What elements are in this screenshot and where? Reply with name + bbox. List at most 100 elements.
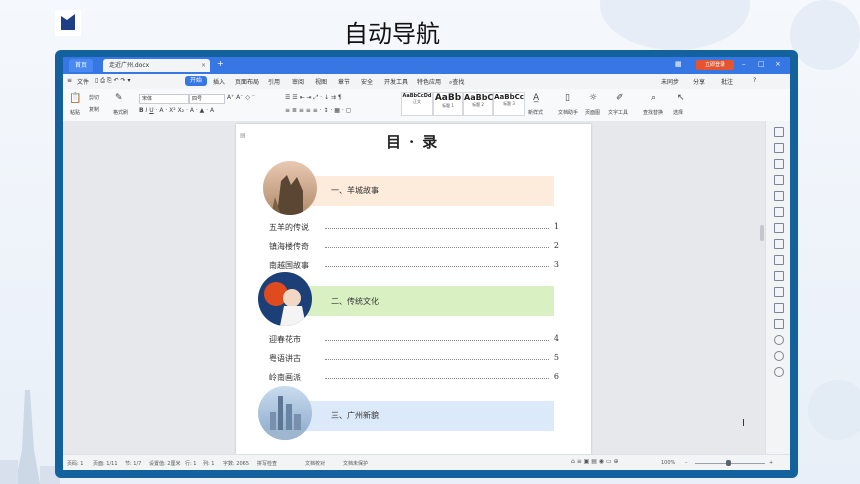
window-close-icon[interactable]: ×	[775, 60, 781, 68]
translate-icon[interactable]	[774, 255, 784, 265]
maximize-icon[interactable]: □	[758, 60, 765, 68]
tab-home[interactable]: 首页	[69, 59, 94, 72]
search-label: 查找	[452, 79, 465, 86]
menu-page-layout[interactable]: 页面布局	[235, 77, 259, 86]
light-icon[interactable]: ☼	[589, 93, 597, 103]
doc-assistant-icon[interactable]: ▯	[565, 93, 570, 103]
chart-icon[interactable]	[774, 223, 784, 233]
globe-icon[interactable]	[774, 335, 784, 345]
toc-entry[interactable]: 五羊的传说 1	[269, 222, 559, 233]
menu-review[interactable]: 审阅	[292, 77, 304, 86]
text-tools-button[interactable]: 文字工具	[608, 109, 628, 116]
menu-start[interactable]: 开始	[185, 76, 208, 86]
toc-entry[interactable]: 粤语讲古 5	[269, 353, 559, 364]
font-size-select[interactable]: 四号	[189, 94, 225, 104]
select-button[interactable]: 选择	[673, 109, 683, 116]
link-icon[interactable]	[774, 287, 784, 297]
font-size-controls[interactable]: A⁺ A⁻ ◇ ⁻	[227, 94, 255, 101]
brush-icon[interactable]	[774, 239, 784, 249]
menu-file[interactable]: 文件	[77, 77, 89, 86]
help-circle-icon[interactable]	[774, 367, 784, 377]
text-format-buttons[interactable]: B I U · A · X² X₂ · A · ▲ · A	[139, 107, 214, 114]
toc-entry[interactable]: 岭南画派 6	[269, 372, 559, 383]
toc-entry-text: 南越国故事	[269, 261, 309, 270]
help-icon[interactable]: ?	[753, 77, 756, 84]
style-heading-3[interactable]: AaBbCc 标题 3	[493, 92, 525, 116]
hamburger-icon[interactable]: ≡	[67, 77, 72, 84]
style-normal[interactable]: AaBbCcDd 正文	[401, 92, 433, 116]
status-pages[interactable]: 页面: 1/11	[93, 460, 118, 467]
history-icon[interactable]	[774, 351, 784, 361]
find-replace-button[interactable]: 查找替换	[643, 109, 663, 116]
font-name-select[interactable]: 宋体	[139, 94, 189, 104]
right-tool-strip	[765, 121, 790, 454]
sync-status[interactable]: 未同步	[661, 77, 679, 86]
grid-icon[interactable]: ▦	[675, 60, 682, 68]
document-page[interactable]: ▤ 目·录 一、羊城故事 五羊的传说 1 镇海楼传奇 2 南越国故事 3 二、传统文化…	[236, 124, 591, 454]
menu-search[interactable]: ⌕查找	[449, 77, 464, 87]
wps-writer-window: 首页 走近广州.docx × + ▦ 立即登录 – □ × ≡ 文件 ▯ ⎙ ⎘…	[63, 57, 790, 470]
toc-entry[interactable]: 迎春花市 4	[269, 334, 559, 345]
text-tools-icon[interactable]: ✐	[616, 93, 624, 103]
comment-button[interactable]: 批注	[721, 77, 733, 86]
style-heading-1[interactable]: AaBb 标题 1	[433, 92, 463, 116]
doc-assistant-button[interactable]: 文档助手	[558, 109, 578, 116]
zoom-out-icon[interactable]: –	[685, 460, 688, 466]
cut-button[interactable]: 剪切	[89, 94, 99, 101]
paste-icon[interactable]: 📋	[69, 93, 81, 104]
view-mode-icons[interactable]: ⌂ ≡ ▣ ▤ ◉ ▭ ⊕	[571, 458, 619, 465]
frame-icon[interactable]	[774, 303, 784, 313]
new-style-icon[interactable]: A̲	[533, 93, 539, 103]
pen-icon[interactable]	[774, 143, 784, 153]
table-icon[interactable]	[774, 191, 784, 201]
export-icon[interactable]	[774, 271, 784, 281]
collapse-icon[interactable]	[774, 127, 784, 137]
menu-security[interactable]: 安全	[361, 77, 373, 86]
align-buttons[interactable]: ≡ ≣ ≡ ≡ ≡ · ↕ · ▦ · ▢	[285, 107, 351, 114]
close-icon[interactable]: ×	[201, 59, 206, 72]
document-icon[interactable]	[774, 175, 784, 185]
login-button[interactable]: 立即登录	[696, 60, 734, 70]
paste-button[interactable]: 粘贴	[70, 109, 80, 116]
select-icon[interactable]: ↖	[677, 93, 685, 103]
page-view-button[interactable]: 页面图	[585, 109, 600, 116]
menu-developer[interactable]: 开发工具	[384, 77, 408, 86]
nav-marker-icon: ▤	[240, 132, 246, 139]
layout-icon[interactable]	[774, 207, 784, 217]
cursor-icon[interactable]	[774, 159, 784, 169]
status-row[interactable]: 行: 1	[185, 460, 196, 467]
format-painter-button[interactable]: 格式刷	[113, 109, 128, 116]
menu-chapter[interactable]: 章节	[338, 77, 350, 86]
zoom-level[interactable]: 100%	[661, 460, 675, 466]
menu-insert[interactable]: 插入	[213, 77, 225, 86]
share-button[interactable]: 分享	[693, 77, 705, 86]
new-tab-icon[interactable]: +	[217, 59, 224, 68]
vertical-scrollbar[interactable]	[760, 225, 764, 241]
status-spell-check[interactable]: 拼写检查	[257, 460, 277, 467]
zoom-slider-thumb[interactable]	[726, 460, 731, 466]
status-settings[interactable]: 设置值: 2厘米	[149, 460, 180, 467]
status-words[interactable]: 字数: 2065	[223, 460, 249, 467]
zoom-in-icon[interactable]: +	[769, 460, 773, 466]
status-col[interactable]: 列: 1	[203, 460, 214, 467]
status-doc-check[interactable]: 文档校对	[305, 460, 325, 467]
new-style-button[interactable]: 新样式	[528, 109, 543, 116]
image-icon[interactable]	[774, 319, 784, 329]
status-section[interactable]: 节: 1/7	[125, 460, 141, 467]
format-painter-icon[interactable]: ✎	[115, 93, 123, 103]
toc-entry-page: 6	[553, 372, 559, 381]
status-page-num[interactable]: 页码: 1	[67, 460, 83, 467]
menu-view[interactable]: 视图	[315, 77, 327, 86]
style-heading-2[interactable]: AaBbC 标题 2	[463, 92, 493, 116]
quick-access-icons[interactable]: ▯ ⎙ ⎘ ↶ ↷ ▾	[95, 77, 131, 85]
toc-entry[interactable]: 南越国故事 3	[269, 260, 559, 271]
copy-button[interactable]: 复制	[89, 106, 99, 113]
status-protection[interactable]: 文档未保护	[343, 460, 368, 467]
menu-features[interactable]: 特色应用	[417, 77, 441, 86]
menu-reference[interactable]: 引用	[268, 77, 280, 86]
toc-entry[interactable]: 镇海楼传奇 2	[269, 241, 559, 252]
minimize-icon[interactable]: –	[742, 60, 746, 68]
list-buttons[interactable]: ☰ ☰ ⇤ ⇥ ⤢ · ↓ ⇉ ¶	[285, 94, 342, 102]
find-replace-icon[interactable]: ⌕	[651, 93, 656, 103]
tab-document[interactable]: 走近广州.docx ×	[103, 59, 210, 72]
